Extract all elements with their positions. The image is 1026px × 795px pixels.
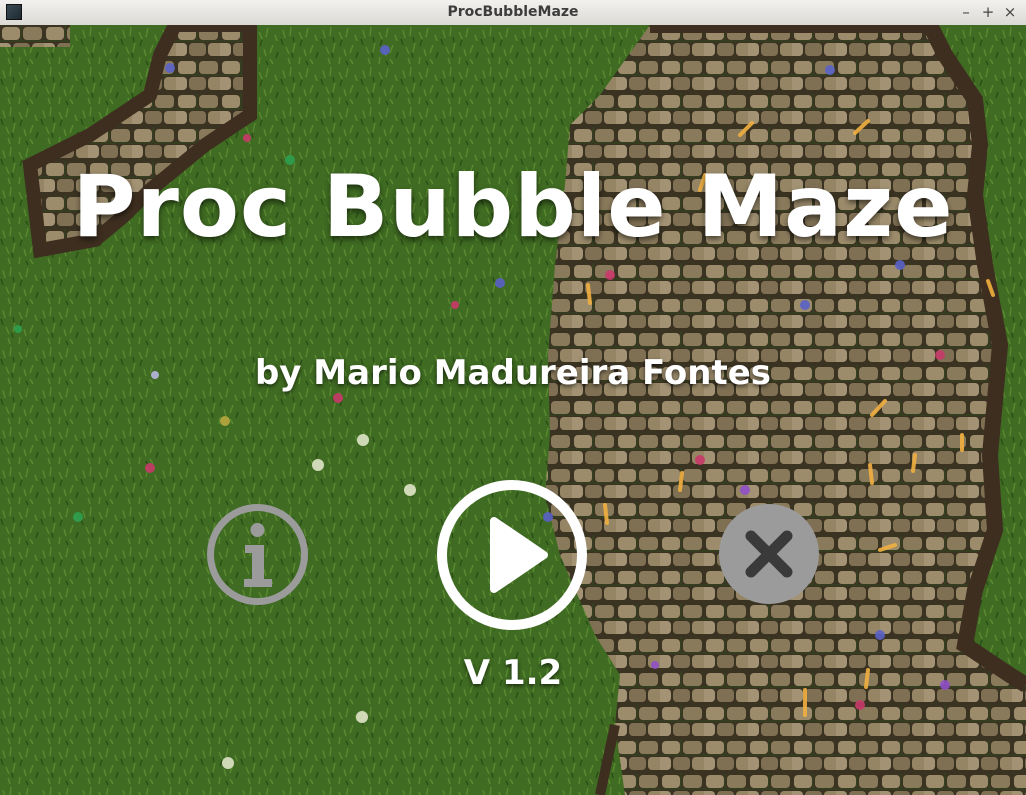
close-window-button[interactable]: ×	[1000, 2, 1020, 22]
version-label: V 1.2	[463, 653, 563, 693]
window-title: ProcBubbleMaze	[447, 4, 579, 20]
play-button[interactable]	[434, 477, 590, 633]
minimize-button[interactable]: –	[956, 2, 976, 22]
quit-button[interactable]	[717, 502, 821, 606]
maximize-button[interactable]: +	[978, 2, 998, 22]
play-icon	[437, 480, 587, 630]
close-icon	[719, 504, 819, 604]
game-scene: Proc Bubble Maze by Mario Madureira Font…	[0, 25, 1026, 795]
author-credit: by Mario Madureira Fontes	[254, 353, 772, 393]
info-icon	[207, 504, 308, 605]
game-title: Proc Bubble Maze	[72, 157, 954, 257]
window-titlebar[interactable]: ProcBubbleMaze – + ×	[0, 0, 1026, 26]
game-window: ProcBubbleMaze – + × Proc Bubble Maze by…	[0, 0, 1026, 795]
info-button[interactable]	[205, 502, 310, 607]
